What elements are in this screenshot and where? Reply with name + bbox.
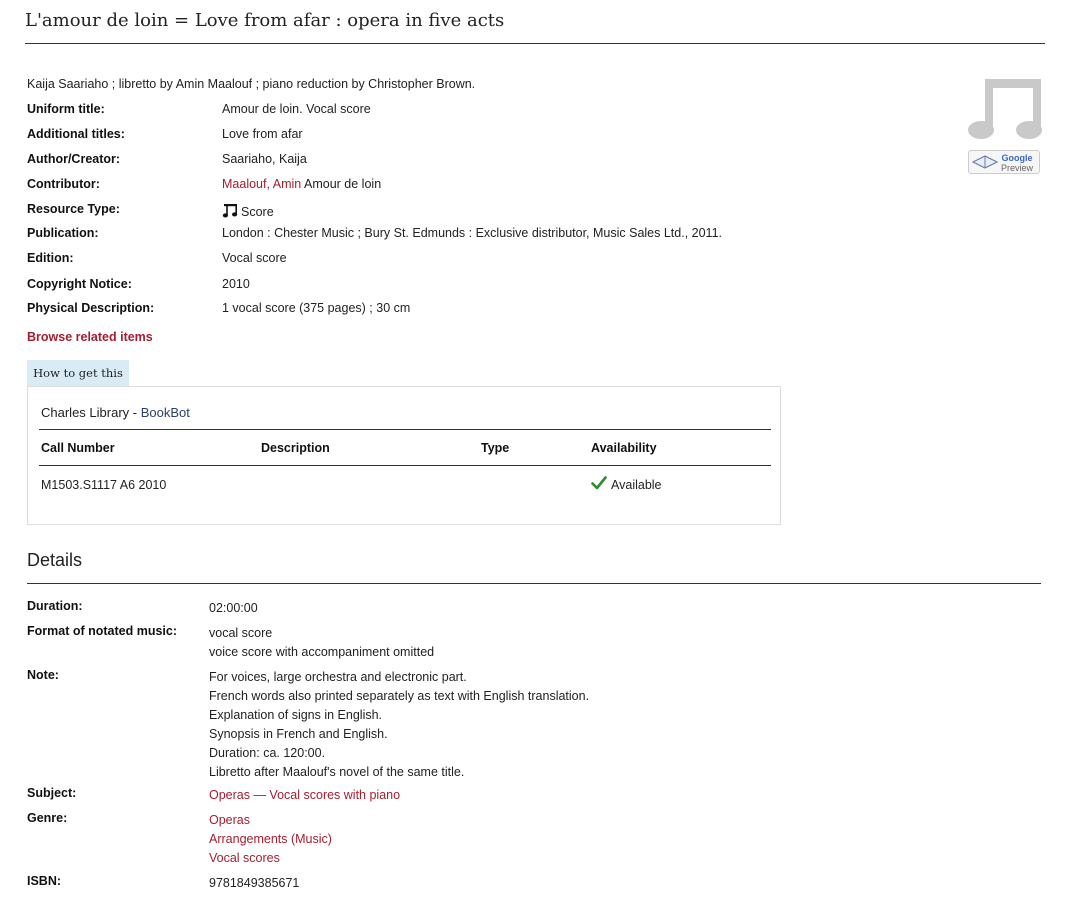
field-copyright: Copyright Notice: 2010 [27, 277, 250, 297]
detail-value: Synopsis in French and English. [209, 727, 388, 741]
contributor-link[interactable]: Maalouf, Amin [222, 177, 301, 191]
field-label: Contributor: [27, 177, 100, 191]
field-author: Author/Creator: Saariaho, Kaija [27, 152, 307, 172]
field-label: Physical Description: [27, 301, 155, 315]
detail-label: Genre: [27, 811, 68, 825]
library-name: Charles Library [41, 405, 130, 420]
field-edition: Edition: Vocal score [27, 251, 287, 271]
field-physical-description: Physical Description: 1 vocal score (375… [27, 301, 410, 321]
details-heading: Details [27, 550, 1041, 584]
field-contributor: Contributor: Maalouf, Amin Amour de loin [27, 177, 381, 197]
detail-label: Subject: [27, 786, 77, 800]
availability-status: Available [611, 477, 662, 492]
detail-value: 9781849385671 [209, 876, 300, 890]
google-preview-button[interactable]: Google Preview [968, 150, 1040, 174]
genre-link[interactable]: Operas [209, 813, 250, 827]
detail-label: Format of notated music: [27, 624, 178, 638]
column-header-description: Description [261, 441, 330, 455]
field-label: Additional titles: [27, 127, 125, 141]
detail-label: ISBN: [27, 874, 62, 888]
availability-cell: Available [591, 475, 662, 494]
field-label: Publication: [27, 226, 99, 240]
author-link[interactable]: Saariaho, Kaija [222, 152, 307, 172]
tab-how-to-get-this[interactable]: How to get this [27, 360, 129, 386]
detail-value: French words also printed separately as … [209, 689, 590, 703]
google-preview-sublabel: Preview [1001, 163, 1034, 173]
checkmark-icon [591, 475, 607, 494]
detail-note: Note: For voices, large orchestra and el… [27, 668, 589, 782]
column-header-type: Type [481, 441, 510, 455]
additional-title-link[interactable]: Love from afar [222, 127, 303, 147]
detail-label: Duration: [27, 599, 83, 613]
column-header-call-number: Call Number [41, 441, 115, 455]
subject-link[interactable]: Operas — Vocal scores with piano [209, 788, 400, 802]
responsibility-statement: Kaija Saariaho ; libretto by Amin Maalou… [27, 77, 476, 91]
google-preview-label: Google [1001, 153, 1033, 163]
detail-label: Note: [27, 668, 59, 682]
genre-link[interactable]: Arrangements (Music) [209, 832, 332, 846]
resource-type-value: Score [241, 205, 274, 219]
uniform-title-link[interactable]: Amour de loin. Vocal score [222, 102, 371, 122]
call-number-cell: M1503.S1117 A6 2010 [41, 478, 167, 492]
library-sublocation: BookBot [140, 405, 190, 420]
detail-value: 02:00:00 [209, 601, 258, 615]
field-label: Copyright Notice: [27, 277, 132, 291]
holdings-panel: Charles Library - BookBot Call Number De… [27, 386, 781, 525]
field-label: Edition: [27, 251, 74, 265]
detail-format: Format of notated music: vocal score voi… [27, 624, 434, 662]
detail-value: Libretto after Maalouf's novel of the sa… [209, 765, 465, 779]
field-label: Uniform title: [27, 102, 105, 116]
field-publication: Publication: London : Chester Music ; Bu… [27, 226, 722, 246]
browse-related-link[interactable]: Browse related items [27, 330, 153, 344]
publication-value: London : Chester Music ; Bury St. Edmund… [222, 226, 722, 240]
music-score-thumbnail-icon [965, 76, 1045, 145]
music-note-icon [222, 203, 238, 222]
detail-duration: Duration: 02:00:00 [27, 599, 258, 618]
detail-subject: Subject: Operas — Vocal scores with pian… [27, 786, 400, 805]
field-label: Resource Type: [27, 202, 120, 216]
detail-isbn: ISBN: 9781849385671 [27, 874, 299, 893]
detail-value: Explanation of signs in English. [209, 708, 383, 722]
book-icon [971, 154, 999, 172]
column-header-availability: Availability [591, 441, 657, 455]
genre-link[interactable]: Vocal scores [209, 851, 280, 865]
detail-value: Duration: ca. 120:00. [209, 746, 326, 760]
copyright-value: 2010 [222, 277, 250, 291]
detail-value: vocal score [209, 626, 273, 640]
field-additional-titles: Additional titles: Love from afar [27, 127, 303, 147]
field-uniform-title: Uniform title: Amour de loin. Vocal scor… [27, 102, 371, 122]
contributor-work: Amour de loin [304, 177, 382, 191]
physical-value: 1 vocal score (375 pages) ; 30 cm [222, 301, 411, 315]
field-resource-type: Resource Type: Score [27, 202, 274, 222]
detail-value: voice score with accompaniment omitted [209, 645, 435, 659]
page-title: L'amour de loin = Love from afar : opera… [25, 10, 1045, 44]
detail-genre: Genre: Operas Arrangements (Music) Vocal… [27, 811, 332, 868]
field-label: Author/Creator: [27, 152, 121, 166]
detail-value: For voices, large orchestra and electron… [209, 670, 467, 684]
library-location: Charles Library - BookBot [41, 405, 190, 420]
edition-value: Vocal score [222, 251, 287, 265]
